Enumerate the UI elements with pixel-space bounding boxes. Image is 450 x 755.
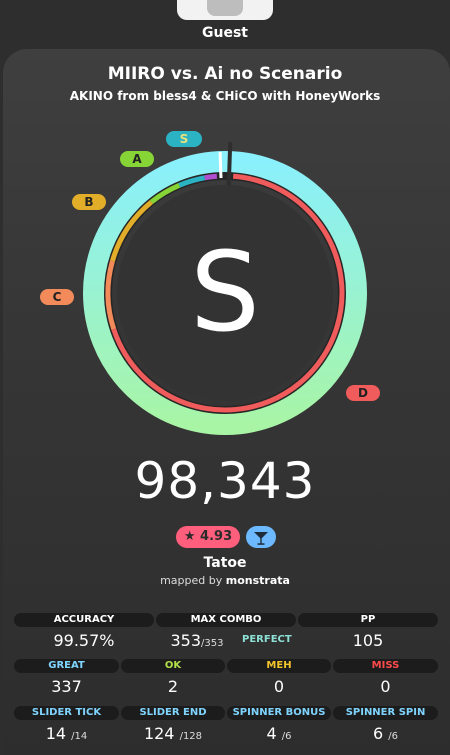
stat-miss-value: 0 — [380, 677, 391, 696]
max-combo-total: /353 — [201, 638, 224, 649]
star-icon: ★ — [183, 529, 196, 544]
stat-great-label: GREAT — [14, 659, 119, 673]
spinner-bonus-total: /6 — [281, 731, 292, 742]
stat-spinner-spin-value: 6 /6 — [333, 724, 438, 743]
stat-accuracy-value: 99.57% — [53, 631, 115, 650]
mapper-name[interactable]: monstrata — [226, 574, 290, 587]
stat-meh-value: 0 — [273, 677, 285, 696]
spinner-spin-count: 6 — [372, 724, 384, 743]
stat-slider-tick-value: 14 /14 — [14, 724, 119, 743]
stat-miss-label: MISS — [333, 659, 438, 673]
rank-marker-c: C — [40, 289, 74, 305]
stat-pp-value: 105 — [352, 631, 384, 650]
mapped-by-label: mapped by — [160, 574, 223, 587]
stat-ok-value: 2 — [167, 677, 179, 696]
slider-tick-count: 14 — [45, 724, 67, 743]
stat-spinner-bonus-value: 4 /6 — [227, 724, 331, 743]
stat-ok-label: OK — [121, 659, 225, 673]
stat-meh-label: MEH — [227, 659, 331, 673]
mapped-by: mapped by monstrata — [0, 574, 450, 587]
perfect-combo-badge: PERFECT — [242, 634, 292, 645]
spinner-spin-total: /6 — [388, 731, 398, 742]
stat-accuracy-label: ACCURACY — [14, 613, 154, 627]
max-combo-number: 353 — [170, 631, 202, 650]
accuracy-notch — [218, 152, 223, 179]
cocktail-glass-icon — [254, 531, 268, 545]
rank-marker-d: D — [346, 385, 380, 401]
stat-slider-tick-label: SLIDER TICK — [14, 706, 119, 720]
grade-arc-ss — [204, 173, 218, 181]
stat-max-combo-label: MAX COMBO — [156, 613, 296, 627]
rank-letter: S — [190, 228, 260, 356]
stat-great-value: 337 — [51, 677, 82, 696]
star-rating-value: 4.93 — [200, 529, 233, 544]
stat-max-combo-value: 353/353 — [152, 631, 242, 650]
slider-end-total: /128 — [179, 731, 203, 742]
stat-pp-label: PP — [298, 613, 438, 627]
stat-spinner-spin-label: SPINNER SPIN — [333, 706, 438, 720]
mode-badge[interactable] — [246, 526, 276, 548]
rank-marker-a: A — [120, 151, 154, 167]
star-rating-badge[interactable]: ★ 4.93 — [176, 526, 240, 548]
difficulty-name: Tatoe — [203, 555, 247, 571]
rank-marker-b: B — [72, 194, 106, 210]
rank-marker-s: S — [166, 131, 202, 147]
total-score: 98,343 — [134, 452, 316, 510]
slider-end-count: 124 — [143, 724, 175, 743]
spinner-bonus-count: 4 — [266, 724, 277, 743]
stat-slider-end-label: SLIDER END — [121, 706, 225, 720]
stat-spinner-bonus-label: SPINNER BONUS — [227, 706, 331, 720]
stat-slider-end-value: 124 /128 — [121, 724, 225, 743]
accuracy-circle: S — [83, 142, 367, 435]
slider-tick-total: /14 — [71, 731, 88, 742]
